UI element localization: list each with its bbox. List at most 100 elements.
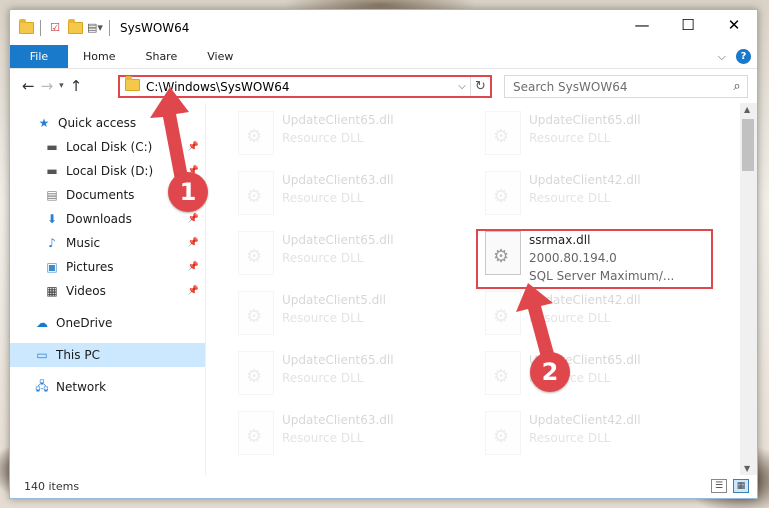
list-item[interactable]: UpdateClient42.dll Resource DLL — [481, 287, 711, 339]
recent-locations-chevron-icon[interactable]: ▾ — [59, 81, 64, 91]
navigation-bar: ← → ▾ ↑ C:\Windows\SysWOW64 ⌵ ↻ Search S… — [10, 69, 757, 103]
videos-icon: ▦ — [46, 284, 58, 298]
file-name: UpdateClient65.dll — [282, 353, 394, 367]
drive-icon: ▬ — [46, 140, 58, 154]
new-folder-icon[interactable] — [67, 18, 83, 36]
file-description: Resource DLL — [282, 371, 364, 385]
pin-icon[interactable]: 📌 — [188, 214, 199, 224]
pin-icon[interactable]: 📌 — [188, 286, 199, 296]
back-arrow-icon[interactable]: ← — [22, 77, 35, 95]
sidebar-item-label: Documents — [66, 188, 135, 202]
customize-toolbar-icon[interactable]: ▤▾ — [87, 20, 103, 36]
cloud-icon: ☁ — [36, 316, 48, 330]
expand-ribbon-icon[interactable]: ⌵ — [718, 50, 726, 64]
list-item[interactable]: UpdateClient5.dll Resource DLL — [234, 287, 464, 339]
sidebar-item-label: Pictures — [66, 260, 114, 274]
file-description: Resource DLL — [282, 431, 364, 445]
tab-view[interactable]: View — [192, 45, 248, 68]
dll-file-icon — [485, 291, 521, 335]
pin-icon[interactable]: 📌 — [188, 142, 199, 152]
pin-icon[interactable]: 📌 — [188, 238, 199, 248]
minimize-button[interactable]: — — [619, 10, 665, 40]
dll-file-icon — [238, 411, 274, 455]
scroll-up-arrow-icon[interactable]: ▲ — [744, 105, 750, 114]
navigation-pane: ★ Quick access ▬ Local Disk (C:) 📌 ▬ Loc… — [10, 103, 206, 475]
file-name: UpdateClient5.dll — [282, 293, 386, 307]
divider — [109, 19, 110, 36]
file-name: UpdateClient65.dll — [282, 233, 394, 247]
file-description: Resource DLL — [529, 131, 611, 145]
quick-access-toolbar: ☑ ▤▾ — [18, 18, 112, 36]
dll-file-icon — [485, 111, 521, 155]
file-name: UpdateClient42.dll — [529, 413, 641, 427]
file-name: UpdateClient65.dll — [282, 113, 394, 127]
scrollbar-thumb[interactable] — [742, 119, 754, 171]
search-input[interactable]: Search SysWOW64 — [513, 80, 727, 94]
dll-file-icon — [485, 411, 521, 455]
file-description: Resource DLL — [529, 311, 611, 325]
star-icon: ★ — [38, 116, 50, 130]
sidebar-item-label: Local Disk (D:) — [66, 164, 154, 178]
sidebar-item-pictures[interactable]: ▣ Pictures 📌 — [10, 255, 205, 279]
properties-icon[interactable]: ☑ — [47, 20, 63, 36]
sidebar-item-label: Downloads — [66, 212, 132, 226]
up-arrow-icon[interactable]: ↑ — [70, 77, 83, 95]
sidebar-item-music[interactable]: ♪ Music 📌 — [10, 231, 205, 255]
forward-arrow-icon[interactable]: → — [41, 77, 54, 95]
details-view-icon[interactable]: ☰ — [711, 479, 727, 493]
file-description: Resource DLL — [282, 191, 364, 205]
file-description: Resource DLL — [529, 431, 611, 445]
file-list: UpdateClient65.dll Resource DLL UpdateCli… — [206, 103, 757, 475]
list-item[interactable]: UpdateClient65.dllResource DLL — [234, 227, 464, 279]
sidebar-item-local-disk-c[interactable]: ▬ Local Disk (C:) 📌 — [10, 135, 205, 159]
tab-file[interactable]: File — [10, 45, 68, 68]
sidebar-item-label: This PC — [56, 348, 100, 362]
tiles-view-icon[interactable]: ▦ — [733, 479, 749, 493]
sidebar-item-label: Quick access — [58, 116, 137, 130]
address-bar[interactable]: C:\Windows\SysWOW64 ⌵ ↻ — [118, 75, 492, 98]
list-item[interactable]: UpdateClient42.dll Resource DLL — [481, 407, 711, 459]
scroll-down-arrow-icon[interactable]: ▼ — [744, 464, 750, 473]
vertical-scrollbar[interactable]: ▲ ▼ — [740, 103, 757, 475]
file-explorer-window: ☑ ▤▾ SysWOW64 — ☐ ✕ File Home Share View… — [9, 9, 758, 499]
sidebar-item-label: Network — [56, 380, 107, 394]
sidebar-item-this-pc[interactable]: ▭ This PC — [10, 343, 205, 367]
list-item[interactable]: UpdateClient65.dll Resource DLL — [234, 107, 464, 159]
tab-home[interactable]: Home — [68, 45, 130, 68]
caption-buttons: — ☐ ✕ — [619, 10, 757, 40]
annotation-badge-1: 1 — [168, 172, 208, 212]
sidebar-item-network[interactable]: 🖧 Network — [10, 375, 205, 399]
list-item[interactable]: UpdateClient65.dllResource DLL — [481, 107, 711, 159]
sidebar-item-label: Music — [66, 236, 101, 250]
tab-share[interactable]: Share — [130, 45, 192, 68]
list-item[interactable]: UpdateClient63.dll Resource DLL — [234, 407, 464, 459]
list-item[interactable]: UpdateClient65.dllResource DLL — [481, 347, 711, 399]
dll-file-icon — [238, 171, 274, 215]
list-item[interactable]: UpdateClient42.dll Resource DLL — [481, 167, 711, 219]
pin-icon[interactable]: 📌 — [188, 262, 199, 272]
music-icon: ♪ — [48, 236, 56, 250]
file-description: Resource DLL — [282, 311, 364, 325]
address-dropdown-chevron-icon[interactable]: ⌵ — [454, 81, 470, 92]
main-area: ★ Quick access ▬ Local Disk (C:) 📌 ▬ Loc… — [10, 103, 757, 475]
folder-icon — [125, 76, 140, 94]
search-box[interactable]: Search SysWOW64 ⌕ — [504, 75, 748, 98]
address-path[interactable]: C:\Windows\SysWOW64 — [146, 80, 454, 94]
list-item[interactable]: UpdateClient63.dll Resource DLL — [234, 167, 464, 219]
search-icon[interactable]: ⌕ — [727, 79, 747, 94]
list-item[interactable]: UpdateClient65.dll Resource DLL — [234, 347, 464, 399]
sidebar-item-videos[interactable]: ▦ Videos 📌 — [10, 279, 205, 303]
sidebar-item-downloads[interactable]: ⬇ Downloads 📌 — [10, 207, 205, 231]
file-description: Resource DLL — [282, 131, 364, 145]
file-name: UpdateClient42.dll — [529, 293, 641, 307]
sidebar-item-quick-access[interactable]: ★ Quick access — [10, 111, 205, 135]
sidebar-item-onedrive[interactable]: ☁ OneDrive — [10, 311, 205, 335]
help-icon[interactable]: ? — [736, 49, 751, 64]
refresh-icon[interactable]: ↻ — [470, 77, 490, 96]
close-button[interactable]: ✕ — [711, 10, 757, 40]
documents-icon: ▤ — [46, 188, 58, 202]
maximize-button[interactable]: ☐ — [665, 10, 711, 40]
file-description: Resource DLL — [529, 191, 611, 205]
